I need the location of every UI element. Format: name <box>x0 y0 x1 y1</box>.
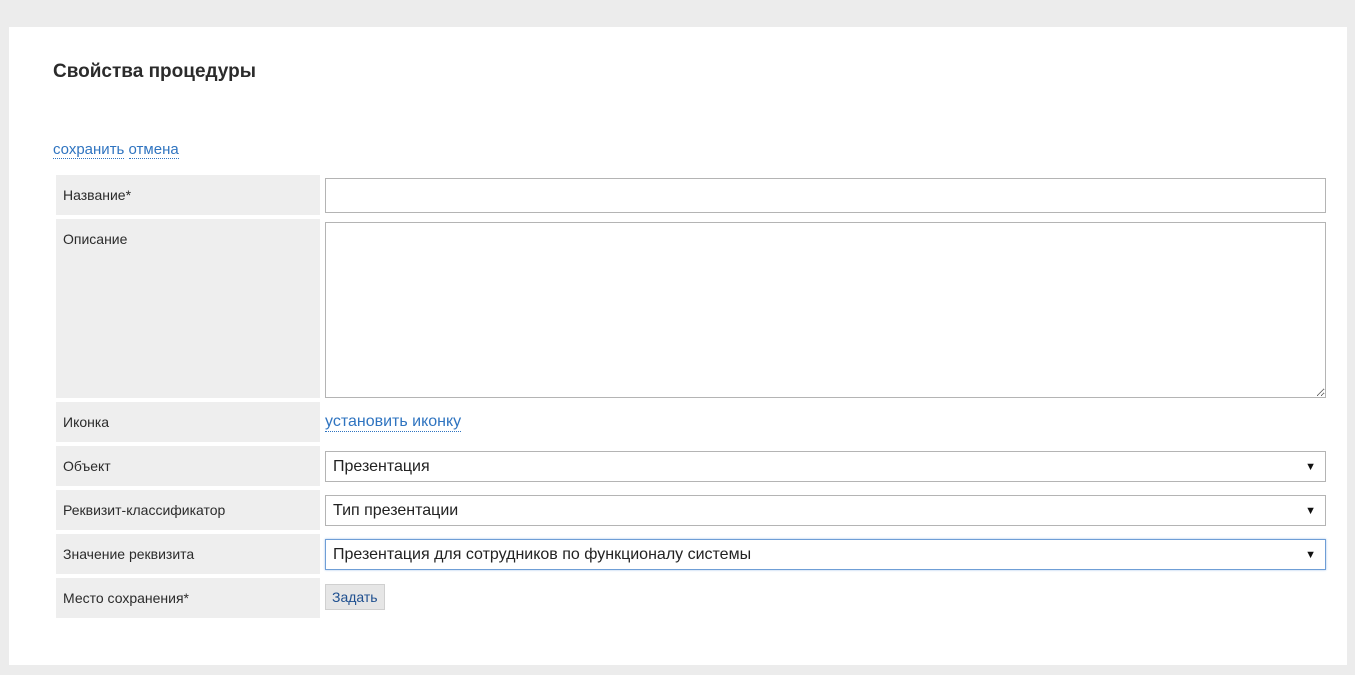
row-object: Объект Презентация ▼ <box>56 446 1326 486</box>
attr-value-select[interactable]: Презентация для сотрудников по функциона… <box>325 539 1326 570</box>
description-cell <box>325 219 1326 398</box>
description-label: Описание <box>56 219 320 398</box>
object-select-value: Презентация <box>333 457 430 475</box>
name-label: Название* <box>56 175 320 215</box>
form-actions: сохранить отмена <box>53 141 179 159</box>
chevron-down-icon: ▼ <box>1305 460 1316 473</box>
chevron-down-icon: ▼ <box>1305 548 1316 561</box>
attr-value-cell: Презентация для сотрудников по функциона… <box>325 534 1326 574</box>
procedure-properties-panel: Свойства процедуры сохранить отмена Назв… <box>9 27 1347 665</box>
page-title: Свойства процедуры <box>53 61 256 82</box>
save-link[interactable]: сохранить <box>53 141 125 159</box>
object-select[interactable]: Презентация ▼ <box>325 451 1326 482</box>
row-icon: Иконка установить иконку <box>56 402 1326 442</box>
properties-form: Название* Описание Иконка установить ико… <box>56 175 1326 622</box>
cancel-link[interactable]: отмена <box>128 141 179 159</box>
classifier-select[interactable]: Тип презентации ▼ <box>325 495 1326 526</box>
classifier-select-value: Тип презентации <box>333 501 459 519</box>
set-save-place-button[interactable]: Задать <box>325 584 385 610</box>
row-description: Описание <box>56 219 1326 398</box>
attr-value-label: Значение реквизита <box>56 534 320 574</box>
name-cell <box>325 175 1326 215</box>
classifier-cell: Тип презентации ▼ <box>325 490 1326 530</box>
object-label: Объект <box>56 446 320 486</box>
save-place-label: Место сохранения* <box>56 578 320 618</box>
save-place-cell: Задать <box>325 578 1326 618</box>
row-save-place: Место сохранения* Задать <box>56 578 1326 618</box>
object-cell: Презентация ▼ <box>325 446 1326 486</box>
classifier-label: Реквизит-классификатор <box>56 490 320 530</box>
row-classifier: Реквизит-классификатор Тип презентации ▼ <box>56 490 1326 530</box>
row-attr-value: Значение реквизита Презентация для сотру… <box>56 534 1326 574</box>
description-textarea[interactable] <box>325 222 1326 398</box>
name-input[interactable] <box>325 178 1326 213</box>
row-name: Название* <box>56 175 1326 215</box>
chevron-down-icon: ▼ <box>1305 504 1316 517</box>
attr-value-select-value: Презентация для сотрудников по функциона… <box>333 545 752 563</box>
set-icon-link[interactable]: установить иконку <box>325 413 462 432</box>
icon-cell: установить иконку <box>325 402 1326 442</box>
icon-label: Иконка <box>56 402 320 442</box>
